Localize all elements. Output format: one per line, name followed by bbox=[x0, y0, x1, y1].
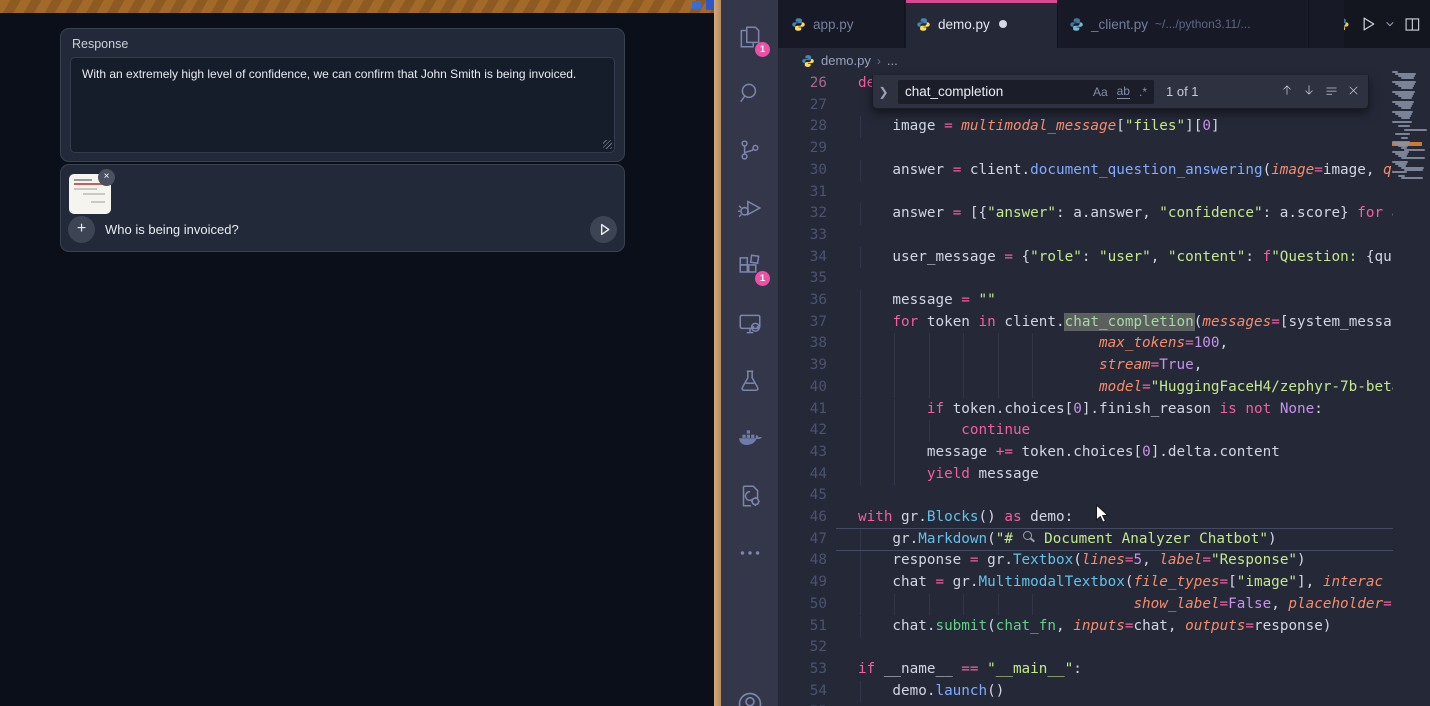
submit-button[interactable] bbox=[590, 216, 617, 243]
response-textarea[interactable]: With an extremely high level of confiden… bbox=[70, 57, 615, 153]
modified-dot-icon[interactable] bbox=[999, 20, 1007, 28]
next-match-button[interactable] bbox=[1302, 83, 1316, 100]
split-editor-button[interactable] bbox=[1404, 16, 1421, 33]
find-query[interactable]: chat_completion bbox=[905, 84, 1084, 99]
find-in-selection-button[interactable] bbox=[1324, 83, 1339, 101]
find-input[interactable]: chat_completion Aa ab .* bbox=[898, 80, 1154, 104]
breadcrumb-more[interactable]: ... bbox=[887, 53, 898, 68]
find-results-count: 1 of 1 bbox=[1166, 84, 1272, 99]
breadcrumb-separator: › bbox=[877, 54, 881, 68]
breadcrumb[interactable]: demo.py › ... bbox=[778, 48, 1392, 73]
wallpaper-accent bbox=[706, 0, 714, 10]
breadcrumb-file[interactable]: demo.py bbox=[821, 53, 871, 68]
whole-word-toggle[interactable]: ab bbox=[1117, 84, 1130, 99]
wallpaper-strip bbox=[0, 0, 714, 13]
regex-toggle[interactable]: .* bbox=[1139, 85, 1147, 99]
tab-client-py[interactable]: _client.py ~/.../python3.11/... bbox=[1059, 0, 1309, 48]
editor-actions bbox=[1344, 0, 1430, 48]
chat-message-input[interactable]: Who is being invoiced? bbox=[105, 222, 239, 237]
editor-group: app.py demo.py _client.py ~/.../python3.… bbox=[778, 0, 1430, 706]
match-case-toggle[interactable]: Aa bbox=[1093, 85, 1108, 99]
extensions-icon[interactable]: 1 bbox=[721, 251, 778, 281]
window-divider bbox=[714, 0, 721, 706]
run-debug-icon[interactable] bbox=[721, 193, 778, 223]
python-file-icon bbox=[801, 54, 815, 68]
explorer-badge: 1 bbox=[755, 42, 770, 57]
python-file-icon bbox=[916, 17, 931, 32]
testing-beaker-icon[interactable] bbox=[721, 366, 778, 396]
response-label: Response bbox=[72, 37, 128, 51]
tab-label: demo.py bbox=[938, 17, 990, 32]
remove-attachment-button[interactable]: × bbox=[98, 169, 115, 186]
resize-handle-icon[interactable] bbox=[603, 140, 612, 149]
run-file-button[interactable] bbox=[1359, 15, 1377, 33]
run-dropdown-chevron-icon[interactable] bbox=[1385, 19, 1395, 29]
python-file-icon bbox=[1069, 17, 1084, 32]
find-widget: ❯ chat_completion Aa ab .* 1 of 1 bbox=[872, 75, 1369, 109]
close-find-button[interactable] bbox=[1347, 84, 1360, 100]
minimap[interactable] bbox=[1392, 71, 1422, 371]
python-file-icon bbox=[1344, 17, 1350, 32]
toggle-replace-chevron-icon[interactable]: ❯ bbox=[877, 85, 890, 99]
remote-explorer-icon[interactable] bbox=[721, 309, 778, 339]
add-file-button[interactable]: + bbox=[68, 216, 95, 243]
search-icon[interactable] bbox=[721, 78, 778, 108]
source-control-icon[interactable] bbox=[721, 135, 778, 165]
tab-app-py[interactable]: app.py bbox=[781, 0, 905, 48]
more-actions-icon[interactable] bbox=[721, 538, 778, 568]
previous-match-button[interactable] bbox=[1280, 83, 1294, 100]
activity-bar: 1 1 bbox=[721, 0, 778, 706]
tab-bar: app.py demo.py _client.py ~/.../python3.… bbox=[778, 0, 1430, 48]
gradio-window: Response With an extremely high level of… bbox=[0, 0, 714, 706]
explorer-icon[interactable]: 1 bbox=[721, 22, 778, 52]
multimodal-input-block: × + Who is being invoiced? bbox=[60, 164, 625, 252]
tab-demo-py[interactable]: demo.py bbox=[906, 0, 1058, 48]
tab-label: _client.py bbox=[1091, 17, 1148, 32]
cmake-tools-icon[interactable] bbox=[721, 481, 778, 511]
code-lines[interactable]: 26de2728 image = multimodal_message["fil… bbox=[778, 73, 1393, 706]
tab-label: app.py bbox=[813, 17, 854, 32]
wallpaper-accent bbox=[692, 1, 701, 9]
account-icon[interactable] bbox=[721, 689, 778, 706]
extensions-badge: 1 bbox=[755, 271, 770, 286]
send-icon bbox=[596, 221, 613, 238]
screenshot-root: Response With an extremely high level of… bbox=[0, 0, 1430, 706]
python-file-icon bbox=[791, 17, 806, 32]
vscode-window: 1 1 bbox=[721, 0, 1430, 706]
docker-icon[interactable] bbox=[721, 424, 778, 454]
response-block: Response With an extremely high level of… bbox=[60, 28, 625, 162]
tab-description: ~/.../python3.11/... bbox=[1155, 17, 1251, 31]
